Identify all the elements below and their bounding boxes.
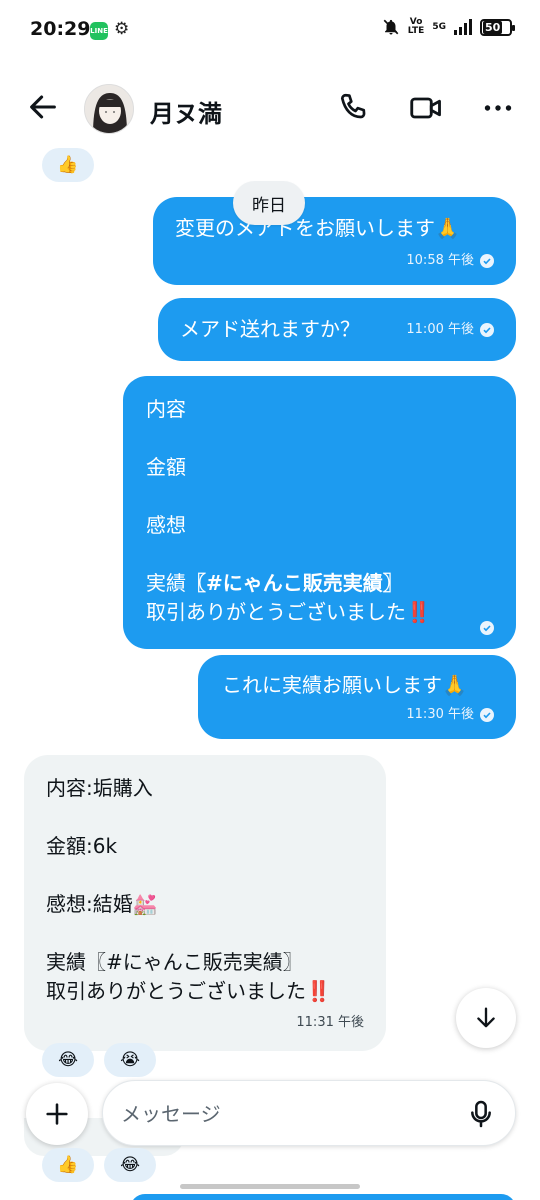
message-text: メアド送れますか？ bbox=[180, 317, 360, 341]
microphone-icon[interactable] bbox=[465, 1097, 497, 1131]
message-line: 取引ありがとうございました‼️ bbox=[146, 600, 431, 624]
contact-name[interactable]: 月ヌ満 bbox=[150, 94, 222, 129]
outgoing-message[interactable]: これに実績お願いします🙏 11:30 午後 bbox=[198, 655, 516, 739]
check-icon bbox=[480, 621, 494, 635]
more-icon[interactable] bbox=[480, 90, 516, 126]
bell-off-icon bbox=[383, 19, 399, 35]
reaction-chip[interactable]: 👍 bbox=[42, 148, 94, 182]
message-time: 11:00 午後 bbox=[406, 322, 474, 337]
message-input-container[interactable] bbox=[102, 1080, 516, 1146]
check-icon bbox=[480, 707, 494, 722]
reaction-emoji: 😂 bbox=[58, 1050, 78, 1070]
plus-icon bbox=[46, 1103, 68, 1125]
date-separator: 昨日 bbox=[233, 181, 305, 225]
message-line: 内容 bbox=[146, 397, 186, 421]
volte-indicator: Vo LTE bbox=[407, 17, 425, 36]
message-meta: 11:31 午後 bbox=[296, 1008, 364, 1037]
reaction-chip[interactable]: 👍 bbox=[42, 1148, 94, 1182]
message-line: 感想 bbox=[146, 513, 186, 537]
message-text: これに実績お願いします🙏 bbox=[222, 673, 467, 697]
reaction-emoji: 😂 bbox=[120, 1155, 140, 1175]
avatar-illustration bbox=[85, 85, 133, 133]
network-type: 5G bbox=[432, 22, 446, 32]
add-attachment-button[interactable] bbox=[26, 1083, 88, 1145]
reaction-chip[interactable]: 😂 bbox=[104, 1148, 156, 1182]
message-time: 11:31 午後 bbox=[296, 1015, 364, 1030]
status-time: 20:29 bbox=[30, 18, 91, 40]
line-app-icon: LINE bbox=[90, 22, 108, 40]
back-arrow-icon[interactable] bbox=[26, 90, 60, 124]
message-line: 金額 bbox=[146, 455, 186, 479]
message-line: 実績〖#にゃんこ販売実績〗 bbox=[146, 569, 431, 598]
outgoing-message-partial bbox=[130, 1194, 516, 1200]
outgoing-message[interactable]: メアド送れますか？ 11:00 午後 bbox=[158, 298, 516, 361]
message-text: 変更のメアドをお願いします🙏 bbox=[175, 216, 460, 240]
gear-icon: ⚙ bbox=[114, 19, 130, 39]
phone-icon[interactable] bbox=[336, 90, 372, 126]
video-icon[interactable] bbox=[408, 90, 444, 126]
outgoing-message[interactable]: 変更のメアドをお願いします🙏 10:58 午後 bbox=[153, 197, 516, 285]
home-indicator[interactable] bbox=[180, 1184, 360, 1189]
battery-level: 50 bbox=[483, 20, 503, 34]
incoming-message[interactable]: 内容:垢購入 金額:6k 感想:結婚💒 実績〖#にゃんこ販売実績〗 取引ありがと… bbox=[24, 755, 386, 1051]
message-time: 10:58 午後 bbox=[406, 253, 474, 268]
message-meta: 11:30 午後 bbox=[406, 700, 494, 729]
message-text: 内容:垢購入 金額:6k 感想:結婚💒 実績〖#にゃんこ販売実績〗 取引ありがと… bbox=[46, 776, 331, 1003]
check-icon bbox=[480, 253, 494, 268]
reaction-emoji: 👍 bbox=[57, 155, 79, 175]
message-composer bbox=[0, 1070, 540, 1160]
battery-icon: 50 bbox=[480, 18, 515, 36]
check-icon bbox=[480, 322, 494, 337]
avatar[interactable] bbox=[84, 84, 134, 134]
reaction-emoji: 😭 bbox=[120, 1050, 140, 1070]
message-meta bbox=[480, 621, 494, 635]
message-meta: 11:00 午後 bbox=[406, 315, 494, 344]
arrow-down-icon bbox=[477, 1007, 495, 1028]
outgoing-message[interactable]: 内容 金額 感想 実績〖#にゃんこ販売実績〗 取引ありがとうございました‼️ bbox=[123, 376, 516, 649]
chat-header: 月ヌ満 bbox=[0, 62, 540, 152]
message-meta: 10:58 午後 bbox=[406, 246, 494, 275]
status-indicators: Vo LTE 5G 50 bbox=[382, 17, 515, 36]
message-line-prefix: 実績 bbox=[146, 571, 186, 595]
message-text: 内容 金額 感想 実績〖#にゃんこ販売実績〗 取引ありがとうございました‼️ bbox=[146, 395, 431, 627]
status-bar: 20:29 LINE ⚙ Vo LTE 5G 50 bbox=[0, 0, 540, 62]
signal-icon bbox=[454, 19, 472, 35]
hashtag-text: 〖#にゃんこ販売実績〗 bbox=[186, 571, 403, 595]
message-time: 11:30 午後 bbox=[406, 707, 474, 722]
scroll-to-bottom-button[interactable] bbox=[456, 988, 516, 1048]
message-input[interactable] bbox=[121, 1095, 441, 1133]
reaction-emoji: 👍 bbox=[57, 1155, 79, 1175]
